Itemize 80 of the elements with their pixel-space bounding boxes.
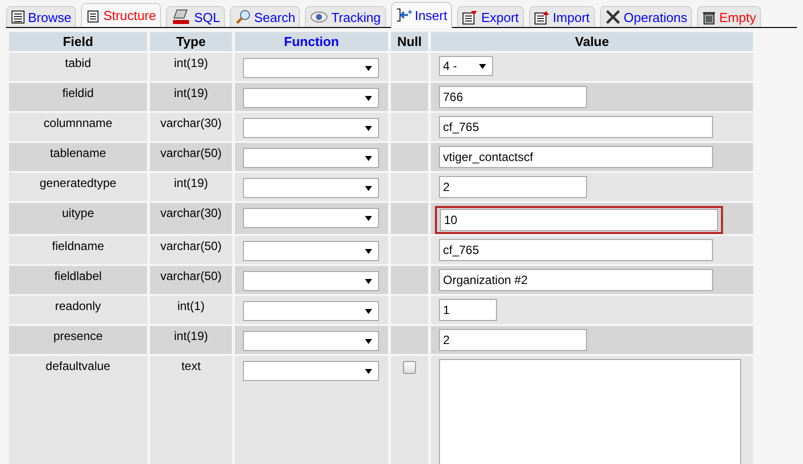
insert-icon [396, 8, 412, 22]
value-field[interactable]: 10 [440, 209, 718, 231]
tab[interactable]: Search [230, 6, 300, 27]
field-type: varchar(50) [150, 266, 232, 294]
dropdown-arrow-icon [365, 126, 372, 130]
field-type: int(1) [150, 296, 232, 324]
dropdown-arrow-icon [365, 368, 372, 374]
function-dropdown[interactable] [243, 301, 379, 321]
document-icon [86, 8, 100, 22]
function-dropdown[interactable] [243, 58, 379, 78]
value-field[interactable]: cf_765 [439, 239, 713, 261]
field-type: varchar(30) [150, 203, 232, 234]
value-field[interactable]: 2 [439, 176, 587, 198]
tab[interactable]: Export [457, 6, 524, 27]
field-type: varchar(50) [150, 143, 232, 171]
dropdown-arrow-icon [365, 338, 372, 344]
field-name: fieldlabel [9, 266, 147, 294]
field-name: defaultvalue [9, 356, 147, 464]
field-type: int(19) [150, 83, 232, 111]
tab[interactable]: Insert [390, 2, 452, 28]
tools-icon [604, 9, 621, 25]
tab[interactable]: Tracking [305, 6, 386, 27]
value-field[interactable]: vtiger_contactscf [439, 146, 713, 168]
function-dropdown[interactable] [243, 178, 379, 198]
tab[interactable]: Browse [6, 6, 76, 27]
dropdown-arrow-icon [365, 216, 372, 220]
field-type: int(19) [150, 326, 232, 354]
field-name: fieldname [9, 236, 147, 264]
table-icon [11, 10, 25, 24]
value-dropdown[interactable]: 4 - [439, 56, 493, 76]
dropdown-arrow-icon [365, 66, 372, 70]
dropdown-arrow-icon [365, 308, 372, 314]
field-name: uitype [9, 203, 147, 234]
field-type: int(19) [150, 53, 232, 81]
function-dropdown[interactable] [243, 148, 379, 168]
field-name: columnname [9, 113, 147, 141]
field-name: generatedtype [9, 173, 147, 201]
value-field[interactable]: 1 [439, 299, 497, 321]
function-dropdown[interactable] [243, 331, 379, 351]
field-name: fieldid [9, 83, 147, 111]
field-name: tablename [9, 143, 147, 171]
value-field[interactable]: cf_765 [439, 116, 713, 138]
field-name: tabid [9, 53, 147, 81]
function-dropdown[interactable] [243, 118, 379, 138]
column-header: Null [391, 32, 428, 51]
search-icon [235, 9, 252, 25]
column-header: Field [9, 32, 147, 51]
dropdown-arrow-icon [365, 278, 372, 284]
tab[interactable]: SQL [166, 6, 226, 27]
dropdown-arrow-icon [365, 96, 372, 100]
function-dropdown[interactable] [243, 271, 379, 291]
null-checkbox[interactable] [403, 361, 416, 374]
field-type: int(19) [150, 173, 232, 201]
field-type: text [150, 356, 232, 464]
value-field[interactable]: 2 [439, 329, 587, 351]
function-dropdown[interactable] [243, 208, 379, 228]
tab[interactable]: Operations [600, 6, 692, 27]
trash-icon [702, 10, 716, 24]
function-dropdown[interactable] [243, 88, 379, 108]
field-type: varchar(30) [150, 113, 232, 141]
sql-icon [171, 9, 192, 25]
dropdown-arrow-icon [365, 156, 372, 160]
field-name: readonly [9, 296, 147, 324]
value-field[interactable]: Organization #2 [439, 269, 713, 291]
dropdown-arrow-icon [365, 248, 372, 254]
export-icon [462, 10, 478, 24]
column-header: Value [431, 32, 753, 51]
eye-icon [310, 11, 328, 23]
dropdown-arrow-icon [479, 64, 486, 68]
dropdown-arrow-icon [365, 186, 372, 190]
tab[interactable]: Import [528, 6, 595, 27]
column-header: Type [150, 32, 232, 51]
field-name: presence [9, 326, 147, 354]
field-type: varchar(50) [150, 236, 232, 264]
tab[interactable]: Structure [81, 3, 162, 27]
function-dropdown[interactable] [243, 361, 379, 381]
column-header: Function [235, 32, 388, 51]
function-dropdown[interactable] [243, 241, 379, 261]
import-icon [534, 10, 550, 24]
value-field[interactable]: 766 [439, 86, 587, 108]
